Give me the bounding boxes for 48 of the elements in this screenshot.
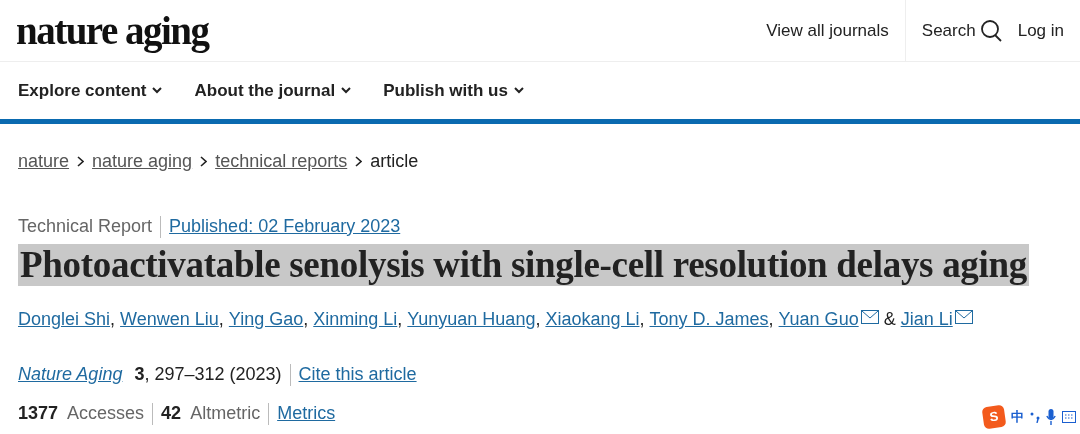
header-link[interactable]: Log in: [1017, 17, 1064, 44]
author-link[interactable]: Xiaokang Li: [545, 306, 640, 333]
search-icon: [979, 19, 1002, 42]
published-date-link[interactable]: Published: 02 February 2023: [169, 213, 401, 240]
breadcrumb-link[interactable]: article: [370, 148, 419, 175]
nav-menu[interactable]: Explore content: [18, 77, 163, 104]
metric-count: 42 Altmetric: [161, 402, 261, 425]
author-separator: ,: [303, 308, 309, 331]
chevron-right-icon: [77, 156, 85, 167]
keyboard-icon: [1062, 411, 1076, 423]
article-type: Technical Report: [18, 215, 153, 238]
metric-count: 1377 Accesses: [18, 402, 145, 425]
author-link[interactable]: Yuan Guo: [778, 306, 859, 333]
author-link[interactable]: Jian Li: [900, 306, 953, 333]
author-separator: ,: [768, 308, 774, 331]
header-link[interactable]: View all journals: [766, 17, 889, 44]
microphone-icon: [1046, 409, 1056, 425]
author-separator: &: [883, 308, 896, 331]
nav-menu[interactable]: About the journal: [194, 77, 352, 104]
cite-link[interactable]: Cite this article: [298, 361, 417, 388]
author-link[interactable]: Ying Gao: [228, 306, 304, 333]
breadcrumb-link[interactable]: nature aging: [92, 148, 193, 175]
ime-mode-toggle[interactable]: 中: [1011, 407, 1024, 427]
search-button[interactable]: Search: [921, 17, 1002, 44]
volume-pages: 3, 297–312 (2023): [134, 363, 282, 386]
ime-logo[interactable]: S: [981, 404, 1007, 430]
author-separator: ,: [397, 308, 403, 331]
journal-link[interactable]: Nature Aging: [18, 361, 123, 388]
author-separator: ,: [110, 308, 116, 331]
article-title: Photoactivatable senolysis with single-cell resolution delays aging: [18, 244, 1029, 286]
author-separator: ,: [639, 308, 645, 331]
chevron-right-icon: [200, 156, 208, 167]
punctuation-icon: [1030, 411, 1040, 423]
chevron-down-icon: [341, 87, 352, 94]
chevron-down-icon: [152, 87, 163, 94]
author-separator: ,: [218, 308, 224, 331]
author-link[interactable]: Xinming Li: [313, 306, 398, 333]
author-link[interactable]: Yunyuan Huang: [407, 306, 536, 333]
chevron-down-icon: [513, 87, 524, 94]
author-link[interactable]: Wenwen Liu: [120, 306, 219, 333]
author-link[interactable]: Tony D. James: [649, 306, 769, 333]
metrics-link[interactable]: Metrics: [277, 400, 336, 427]
chevron-right-icon: [355, 156, 363, 167]
author-link[interactable]: Donglei Shi: [18, 306, 111, 333]
breadcrumb-link[interactable]: technical reports: [215, 148, 348, 175]
breadcrumb-link[interactable]: nature: [18, 148, 70, 175]
nav-menu[interactable]: Publish with us: [383, 77, 524, 104]
author-separator: ,: [535, 308, 541, 331]
